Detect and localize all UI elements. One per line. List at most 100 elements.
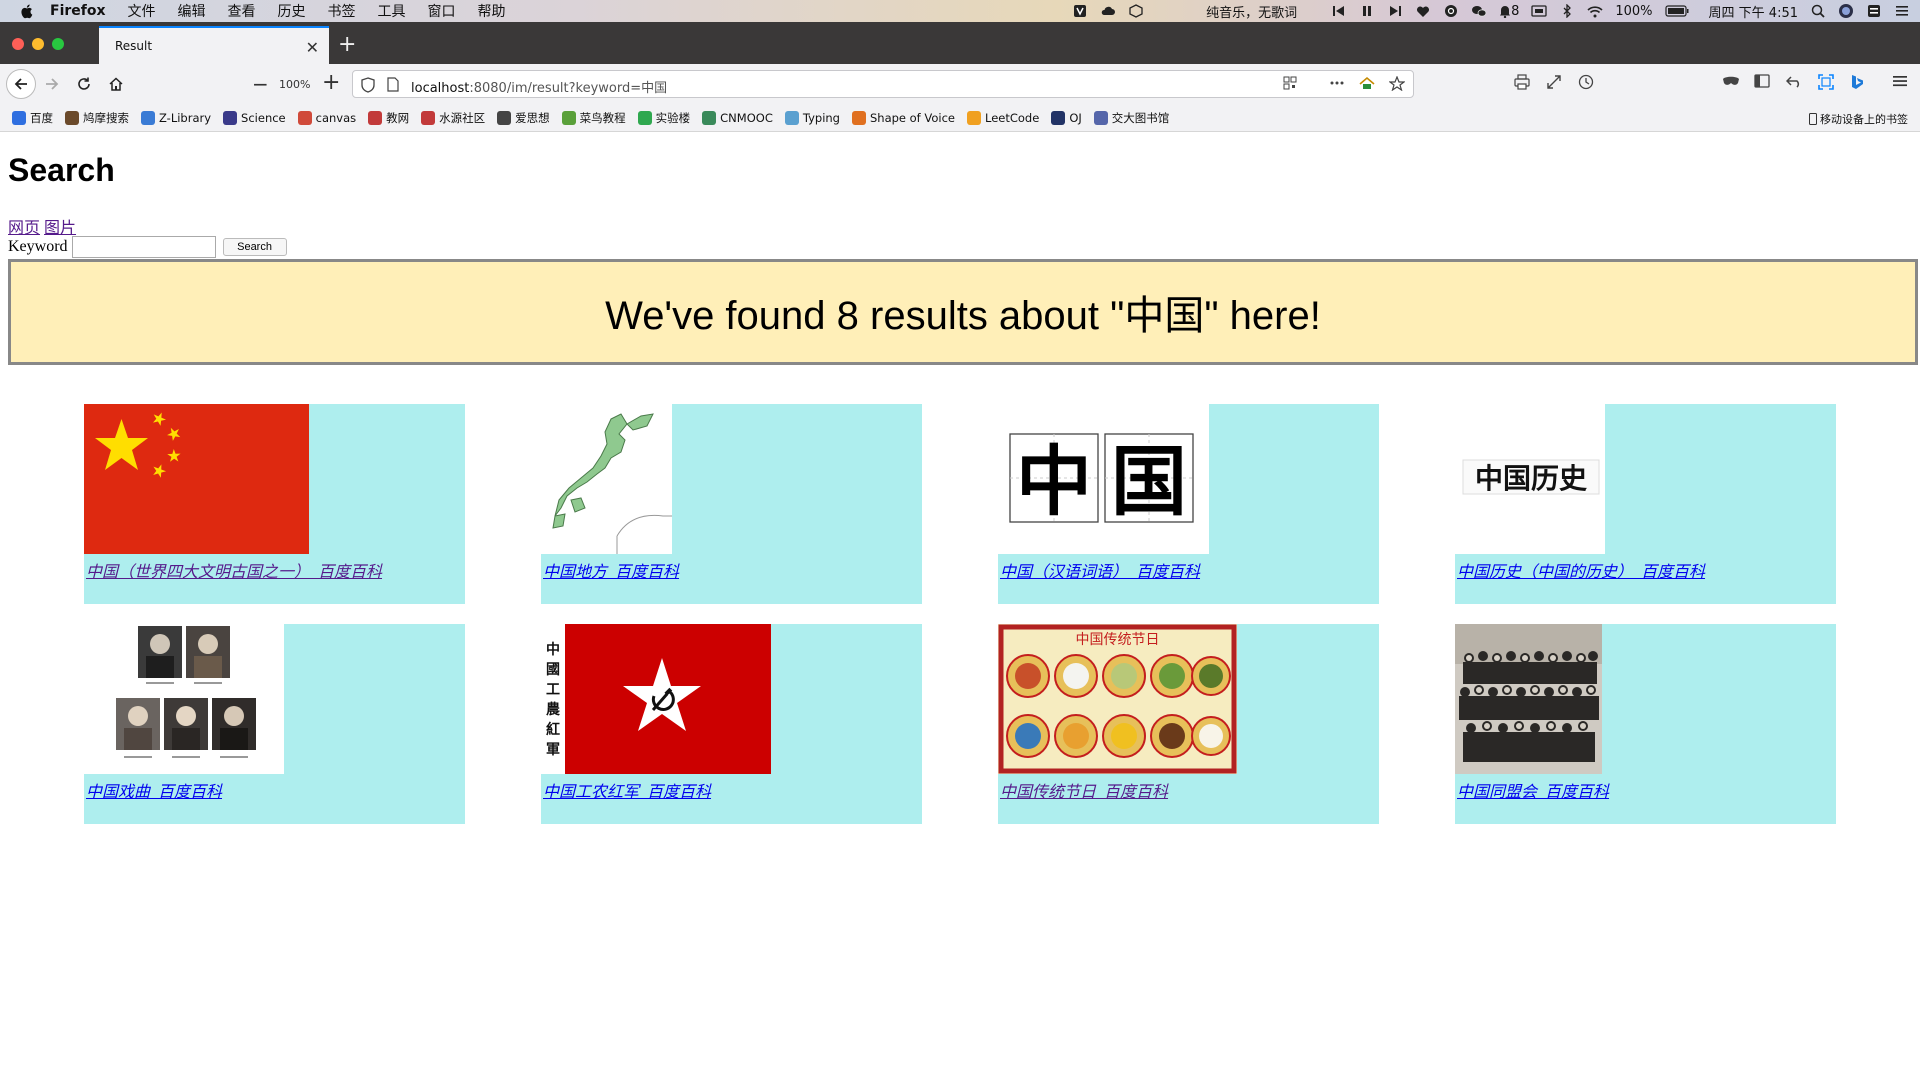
- qr-code-icon[interactable]: [1283, 76, 1297, 90]
- menu-help[interactable]: 帮助: [478, 1, 506, 21]
- menu-tools[interactable]: 工具: [378, 1, 406, 21]
- undo-icon[interactable]: [1786, 74, 1802, 88]
- netease-music-icon[interactable]: [1443, 3, 1459, 19]
- result-link[interactable]: 中国（汉语词语）_百度百科: [1000, 558, 1200, 582]
- svg-text:紅: 紅: [546, 721, 560, 738]
- result-link[interactable]: 中国工农红军_百度百科: [543, 778, 711, 802]
- now-playing-text[interactable]: 纯音乐，无歌词: [1206, 2, 1297, 21]
- bookmark-item[interactable]: Typing: [784, 110, 840, 125]
- result-image-japan-map[interactable]: [541, 404, 672, 554]
- bookmark-item[interactable]: 鸠摩搜索: [65, 110, 129, 126]
- minimize-window-button[interactable]: [32, 38, 44, 50]
- previous-track-icon[interactable]: [1331, 3, 1347, 19]
- bookmark-item[interactable]: 水源社区: [421, 110, 485, 126]
- result-link[interactable]: 中国地方_百度百科: [543, 558, 679, 582]
- link-web[interactable]: 网页: [8, 220, 40, 237]
- forward-button[interactable]: [40, 72, 64, 96]
- wechat-icon[interactable]: [1471, 3, 1487, 19]
- home-sync-icon[interactable]: [1359, 76, 1375, 90]
- result-image-zhongguo-characters[interactable]: 中 国: [998, 404, 1209, 554]
- zoom-window-button[interactable]: [52, 38, 64, 50]
- bookmark-item[interactable]: LeetCode: [967, 110, 1039, 125]
- zoom-out-button[interactable]: −: [252, 72, 269, 96]
- bookmark-item[interactable]: CNMOOC: [702, 110, 773, 125]
- menu-history[interactable]: 历史: [278, 1, 306, 21]
- more-actions-icon[interactable]: [1329, 76, 1345, 90]
- keyword-input[interactable]: [71, 236, 216, 258]
- wifi-icon[interactable]: [1587, 3, 1603, 19]
- search-button[interactable]: Search: [222, 238, 287, 256]
- back-button[interactable]: [6, 69, 36, 99]
- screenshot-icon[interactable]: [1818, 74, 1834, 90]
- bookmark-item[interactable]: Z-Library: [141, 110, 211, 125]
- result-link[interactable]: 中国历史（中国的历史）_百度百科: [1457, 558, 1705, 582]
- zoom-level[interactable]: 100%: [279, 78, 310, 91]
- bookmark-item[interactable]: 实验楼: [637, 110, 690, 126]
- spotlight-search-icon[interactable]: [1810, 3, 1826, 19]
- mobile-bookmarks[interactable]: 移动设备上的书签: [1809, 111, 1908, 127]
- result-image-history-characters[interactable]: 中国历史: [1455, 404, 1605, 554]
- result-link[interactable]: 中国（世界四大文明古国之一）_百度百科: [86, 558, 382, 582]
- bookmark-item[interactable]: 百度: [12, 110, 53, 126]
- print-icon[interactable]: [1514, 74, 1530, 90]
- reload-button[interactable]: [72, 72, 96, 96]
- bookmark-item[interactable]: 交大图书馆: [1093, 110, 1169, 126]
- control-center-icon[interactable]: [1866, 3, 1882, 19]
- user-avatar-icon[interactable]: [1838, 3, 1854, 19]
- page-info-icon[interactable]: [387, 77, 399, 92]
- hamburger-menu-icon[interactable]: [1892, 74, 1908, 88]
- cloud-icon[interactable]: [1100, 3, 1116, 19]
- bookmark-item[interactable]: 教网: [368, 110, 409, 126]
- bluetooth-icon[interactable]: [1559, 3, 1575, 19]
- result-image-tongmenghui-photo[interactable]: [1455, 624, 1602, 774]
- result-image-red-army-flag[interactable]: 中 國 工 農 紅 軍: [541, 624, 771, 774]
- home-button[interactable]: [104, 72, 128, 96]
- menu-edit[interactable]: 编辑: [178, 1, 206, 21]
- close-tab-icon[interactable]: ✕: [306, 38, 319, 57]
- zoom-in-button[interactable]: +: [322, 70, 340, 95]
- menu-bookmarks[interactable]: 书签: [328, 1, 356, 21]
- urlbar-actions: [1283, 76, 1405, 91]
- bookmark-item[interactable]: canvas: [297, 110, 356, 125]
- menu-file[interactable]: 文件: [128, 1, 156, 21]
- link-images[interactable]: 图片: [44, 220, 76, 237]
- bing-icon[interactable]: [1850, 74, 1864, 90]
- next-track-icon[interactable]: [1387, 3, 1403, 19]
- result-link[interactable]: 中国戏曲_百度百科: [86, 778, 222, 802]
- pause-icon[interactable]: [1359, 3, 1375, 19]
- bookmark-star-icon[interactable]: [1389, 76, 1405, 91]
- menu-view[interactable]: 查看: [228, 1, 256, 21]
- result-image-china-flag[interactable]: [84, 404, 309, 554]
- result-link[interactable]: 中国传统节日_百度百科: [1000, 778, 1168, 802]
- result-image-traditional-festivals[interactable]: 中国传统节日: [998, 624, 1237, 774]
- menu-window[interactable]: 窗口: [428, 1, 456, 21]
- bookmark-item[interactable]: Science: [223, 110, 286, 125]
- bookmark-label: Typing: [802, 110, 840, 125]
- heart-icon[interactable]: [1415, 3, 1431, 19]
- vmware-icon[interactable]: [1072, 3, 1088, 19]
- bookmark-item[interactable]: Shape of Voice: [851, 110, 955, 125]
- history-clock-icon[interactable]: [1578, 74, 1594, 90]
- result-link[interactable]: 中国同盟会_百度百科: [1457, 778, 1609, 802]
- bookmark-item[interactable]: 爱思想: [497, 110, 550, 126]
- close-window-button[interactable]: [12, 38, 24, 50]
- result-image-opera-portraits[interactable]: [84, 624, 284, 774]
- display-icon[interactable]: [1531, 3, 1548, 19]
- app-menu-firefox[interactable]: Firefox: [50, 3, 106, 19]
- notification-center-icon[interactable]: [1894, 3, 1910, 19]
- clock[interactable]: 周四 下午 4:51: [1709, 2, 1798, 21]
- tracking-protection-icon[interactable]: [361, 77, 375, 93]
- bookmark-item[interactable]: 菜鸟教程: [561, 110, 626, 126]
- private-mask-icon[interactable]: [1722, 74, 1740, 88]
- new-tab-icon[interactable]: +: [338, 32, 356, 57]
- tab-result[interactable]: Result ✕: [99, 26, 329, 64]
- battery-icon[interactable]: [1664, 3, 1689, 19]
- sidebar-icon[interactable]: [1754, 74, 1770, 88]
- apple-icon[interactable]: [18, 2, 36, 20]
- address-bar[interactable]: localhost:8080/im/result?keyword=中国: [352, 70, 1414, 98]
- fullscreen-icon[interactable]: [1546, 74, 1562, 90]
- notification-indicator[interactable]: 8: [1499, 4, 1519, 19]
- bookmark-favicon-icon: [497, 110, 512, 125]
- bookmark-item[interactable]: OJ: [1051, 110, 1082, 125]
- box-icon[interactable]: [1128, 3, 1144, 19]
